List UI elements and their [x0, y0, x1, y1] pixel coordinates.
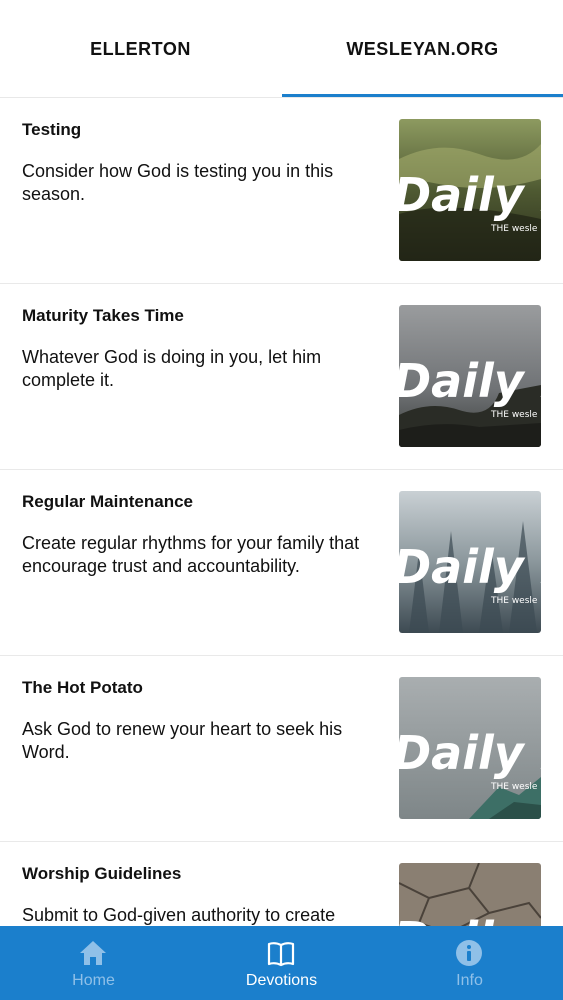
- devotion-title: Regular Maintenance: [22, 492, 193, 511]
- book-icon: [267, 942, 295, 967]
- devotion-title: The Hot Potato: [22, 678, 143, 697]
- devotion-thumbnail: Daily D THE wesle: [399, 677, 541, 819]
- tab-ellerton-label: ELLERTON: [90, 38, 191, 59]
- bottom-navigation: Home Devotions Info: [0, 926, 563, 1000]
- brand-script-text: Daily D: [399, 354, 541, 408]
- list-item[interactable]: Maturity Takes Time Whatever God is doin…: [0, 284, 563, 470]
- devotion-description: Ask God to renew your heart to seek his …: [22, 719, 343, 762]
- list-item[interactable]: Regular Maintenance Create regular rhyth…: [0, 470, 563, 656]
- info-icon: [456, 940, 482, 966]
- devotion-thumbnail: Daily D THE wesle: [399, 305, 541, 447]
- devotion-description: Submit to God-given authority to create: [22, 905, 336, 925]
- tab-ellerton[interactable]: ELLERTON: [0, 0, 281, 98]
- devotion-title: Worship Guidelines: [22, 864, 182, 883]
- brand-script-text: Daily D: [399, 168, 541, 222]
- devotion-description: Whatever God is doing in you, let him co…: [22, 347, 322, 390]
- devotion-title: Maturity Takes Time: [22, 306, 184, 325]
- devotion-title: Testing: [22, 120, 82, 139]
- brand-publisher-text: THE wesle: [490, 596, 538, 606]
- brand-publisher-text: THE wesle: [490, 224, 538, 234]
- devotion-description: Consider how God is testing you in this …: [22, 161, 334, 204]
- nav-home-label: Home: [72, 972, 115, 989]
- list-item[interactable]: The Hot Potato Ask God to renew your hea…: [0, 656, 563, 842]
- nav-devotions[interactable]: Devotions: [188, 926, 375, 1000]
- tab-wesleyan-org[interactable]: WESLEYAN.ORG: [282, 0, 563, 98]
- tab-wesleyan-org-label: WESLEYAN.ORG: [346, 38, 499, 59]
- brand-publisher-text: THE wesle: [490, 782, 538, 792]
- list-item[interactable]: Worship Guidelines Submit to God-given a…: [0, 842, 563, 926]
- active-tab-indicator: [282, 94, 563, 97]
- nav-info-label: Info: [456, 972, 483, 989]
- brand-script-text: Daily D: [399, 912, 541, 926]
- nav-devotions-label: Devotions: [245, 972, 318, 989]
- nav-info[interactable]: Info: [376, 926, 563, 1000]
- devotion-description: Create regular rhythms for your family t…: [22, 533, 360, 576]
- home-icon: [80, 941, 106, 965]
- nav-home[interactable]: Home: [0, 926, 187, 1000]
- top-tab-bar: ELLERTON WESLEYAN.ORG: [0, 0, 563, 98]
- list-item[interactable]: Testing Consider how God is testing you …: [0, 98, 563, 284]
- devotion-list[interactable]: Testing Consider how God is testing you …: [0, 98, 563, 926]
- devotion-thumbnail: Daily D THE wesle: [399, 119, 541, 261]
- devotion-thumbnail: Daily D: [399, 863, 541, 926]
- brand-publisher-text: THE wesle: [490, 410, 538, 420]
- brand-script-text: Daily D: [399, 540, 541, 594]
- brand-script-text: Daily D: [399, 726, 541, 780]
- devotion-thumbnail: Daily D THE wesle: [399, 491, 541, 633]
